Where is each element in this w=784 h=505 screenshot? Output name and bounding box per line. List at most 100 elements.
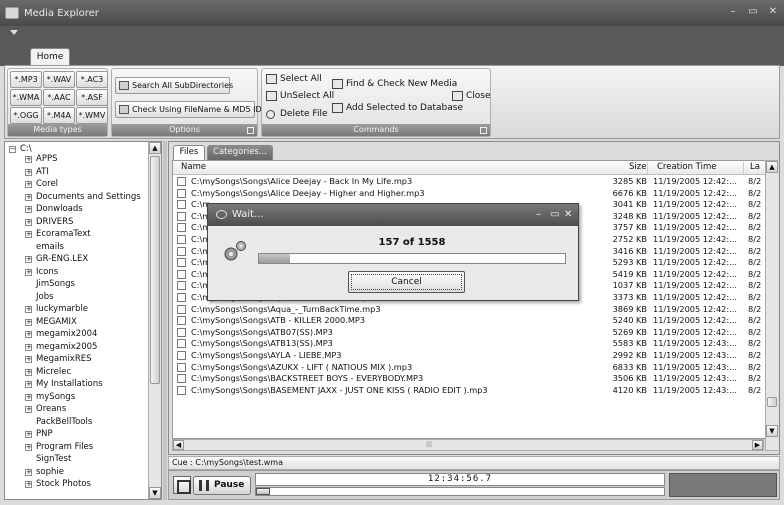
seek-slider[interactable] [255,487,665,496]
tree-item[interactable]: + MEGAMIX [25,317,77,327]
tree-item[interactable]: + GR-ENG.LEX [25,254,88,264]
expand-icon[interactable]: + [25,168,32,176]
seek-handle[interactable] [256,488,270,495]
expand-icon[interactable]: + [25,368,32,376]
row-checkbox[interactable] [177,177,186,186]
table-row[interactable]: C:\mySongs\Songs\Alice Deejay - Higher a… [173,188,765,200]
tree-item[interactable]: + Oreans [25,404,66,414]
row-checkbox[interactable] [177,362,186,372]
expand-icon[interactable]: + [25,381,32,388]
close-icon[interactable]: ✕ [766,5,780,19]
pause-button[interactable]: Pause [193,476,251,495]
row-checkbox[interactable] [177,374,186,384]
tree-item[interactable]: + Corel [25,179,58,189]
maximize-icon[interactable]: ▭ [746,5,760,19]
tab-categories[interactable]: Categories... [207,145,273,160]
row-checkbox[interactable] [177,246,186,256]
row-checkbox[interactable] [177,258,186,268]
check-filename-md5-toggle[interactable]: Check Using FileName & MD5 ID [115,101,262,118]
media-type-ogg-button[interactable]: *.OGG [10,107,42,124]
table-row[interactable]: C:\mySongs\Songs\Aqua_-_TurnBackTime.mp3… [173,304,765,316]
media-type-aac-button[interactable]: *.AAC [43,89,75,106]
media-type-wav-button[interactable]: *.WAV [43,71,75,88]
tree-item[interactable]: JimSongs [36,279,75,289]
row-checkbox[interactable] [177,200,186,210]
scroll-thumb[interactable] [150,156,160,384]
tree-item[interactable]: + Icons [25,267,58,277]
minimize-icon[interactable]: – [726,5,740,19]
expand-icon[interactable]: + [25,331,32,338]
expand-icon[interactable]: + [25,231,32,238]
dialog-launcher-icon[interactable] [480,127,487,134]
table-row[interactable]: C:\mySongs\Songs\ATB07(SS).MP3 5269 KB 11/… [173,327,765,339]
tab-home[interactable]: Home [30,48,70,66]
add-to-database-button[interactable]: Add Selected to Database [332,101,463,115]
tree-item[interactable]: SignTest [36,454,71,464]
scroll-left-icon[interactable]: ◀ [173,440,184,450]
row-checkbox[interactable] [177,269,186,279]
collapse-icon[interactable]: − [9,146,16,153]
tree-item[interactable]: + ATI [25,167,49,177]
tree-item[interactable]: emails [36,242,64,252]
expand-icon[interactable]: + [25,206,32,213]
media-type-wma-button[interactable]: *.WMA [10,89,42,106]
tree-item[interactable]: + Micrelec [25,367,71,377]
expand-icon[interactable]: + [25,268,32,276]
table-row[interactable]: C:\mySongs\Songs\AZUKX - LIFT ( NATIOUS … [173,362,765,374]
tree-root[interactable]: − C:\ [9,144,32,154]
table-row[interactable]: C:\mySongs\Songs\AYLA - LIEBE.MP3 2992 KB… [173,350,765,362]
media-type-ac3-button[interactable]: *.AC3 [76,71,108,88]
expand-icon[interactable]: + [25,318,32,326]
tree-item[interactable]: + megamix2005 [25,342,97,352]
tree-item[interactable]: + sophie [25,467,64,477]
tree-item[interactable]: + mySongs [25,392,75,402]
row-checkbox[interactable] [177,304,186,314]
column-name[interactable]: Name [181,162,206,172]
table-row[interactable]: C:\mySongs\Songs\BACKSTREET BOYS - EVERY… [173,373,765,385]
row-checkbox[interactable] [177,188,186,198]
panel-splitter[interactable] [163,141,167,500]
expand-icon[interactable]: + [25,343,32,351]
tree-item[interactable]: + megamix2004 [25,329,97,339]
row-checkbox[interactable] [177,235,186,244]
tree-item[interactable]: + APPS [25,154,57,164]
row-checkbox[interactable] [177,223,186,233]
media-type-wmv-button[interactable]: *.WMV [76,107,108,124]
delete-file-button[interactable]: Delete File [266,107,328,121]
search-subdirectories-toggle[interactable]: Search All SubDirectories [115,77,233,94]
tab-files[interactable]: Files [173,145,205,160]
row-checkbox[interactable] [177,385,186,395]
column-creation-time[interactable]: Creation Time [657,162,716,172]
scroll-thumb[interactable] [767,397,777,407]
column-size[interactable]: Size [629,162,646,172]
expand-icon[interactable]: + [25,468,32,476]
scroll-up-icon[interactable]: ▲ [149,142,161,154]
row-checkbox[interactable] [177,293,186,302]
find-check-media-button[interactable]: Find & Check New Media [332,77,457,91]
tree-item[interactable]: + PNP [25,429,53,439]
tree-item[interactable]: + Documents and Settings [25,192,141,202]
media-type-mp3-button[interactable]: *.MP3 [10,71,42,88]
tree-item[interactable]: + luckymarble [25,304,88,314]
close-button[interactable]: Close [452,89,491,103]
tree-item[interactable]: + Program Files [25,442,93,452]
dialog-launcher-icon[interactable] [247,127,254,134]
unselect-all-button[interactable]: UnSelect All [266,89,334,103]
table-row[interactable]: C:\mySongs\Songs\BASEMENT JAXX - JUST ON… [173,385,765,397]
row-checkbox[interactable] [177,281,186,291]
table-row[interactable]: C:\mySongs\Songs\ATB13(SS).MP3 5583 KB 11/… [173,338,765,350]
folder-tree[interactable]: − C:\ + APPS + ATI + Corel + Documents and Setti… [4,141,162,500]
expand-icon[interactable]: + [25,218,32,226]
file-list-vertical-scrollbar[interactable]: ▲ ▼ [765,160,778,451]
close-icon[interactable]: ✕ [564,204,572,226]
minimize-icon[interactable]: – [536,204,541,226]
expand-icon[interactable]: + [25,443,32,451]
tree-item[interactable]: + Donwloads [25,204,83,214]
row-checkbox[interactable] [177,339,186,349]
maximize-icon[interactable]: ▭ [550,204,559,226]
cancel-button[interactable]: Cancel [348,271,465,293]
expand-icon[interactable]: + [25,306,32,313]
row-checkbox[interactable] [177,327,186,337]
tree-vertical-scrollbar[interactable]: ▲ ▼ [148,142,161,499]
tree-item[interactable]: PackBellTools [36,417,92,427]
